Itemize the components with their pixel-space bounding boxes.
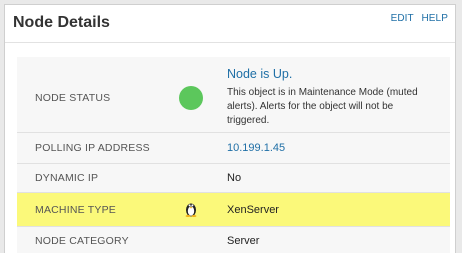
header-actions: EDIT HELP bbox=[391, 13, 448, 24]
machine-type-value: XenServer bbox=[227, 204, 279, 216]
machine-type-label: MACHINE TYPE bbox=[35, 204, 116, 216]
row-machine-type: MACHINE TYPE XenServer bbox=[17, 193, 450, 227]
details-table: NODE STATUS Node is Up. This object is i… bbox=[17, 57, 450, 253]
row-polling-ip: POLLING IP ADDRESS 10.199.1.45 bbox=[17, 133, 450, 164]
edit-link[interactable]: EDIT bbox=[391, 13, 414, 24]
linux-tux-icon bbox=[185, 203, 197, 217]
status-up-indicator-icon bbox=[179, 86, 203, 110]
header-divider bbox=[5, 42, 455, 43]
maintenance-mode-note: This object is in Maintenance Mode (mute… bbox=[227, 87, 418, 126]
panel-header: Node Details EDIT HELP bbox=[5, 5, 455, 41]
help-link[interactable]: HELP bbox=[421, 13, 448, 24]
polling-ip-value[interactable]: 10.199.1.45 bbox=[227, 142, 285, 154]
node-category-value: Server bbox=[227, 235, 260, 247]
node-category-label: NODE CATEGORY bbox=[35, 235, 129, 247]
row-dynamic-ip: DYNAMIC IP No bbox=[17, 164, 450, 193]
dynamic-ip-value: No bbox=[227, 172, 242, 184]
polling-ip-label: POLLING IP ADDRESS bbox=[35, 142, 150, 154]
node-status-label: NODE STATUS bbox=[35, 92, 111, 104]
row-node-status: NODE STATUS Node is Up. This object is i… bbox=[17, 57, 450, 133]
node-status-title: Node is Up. bbox=[227, 67, 293, 81]
dynamic-ip-label: DYNAMIC IP bbox=[35, 172, 99, 184]
row-node-category: NODE CATEGORY Server bbox=[17, 227, 450, 253]
node-details-panel: Node Details EDIT HELP NODE STATUS Node … bbox=[4, 4, 456, 253]
panel-title: Node Details bbox=[13, 14, 110, 31]
